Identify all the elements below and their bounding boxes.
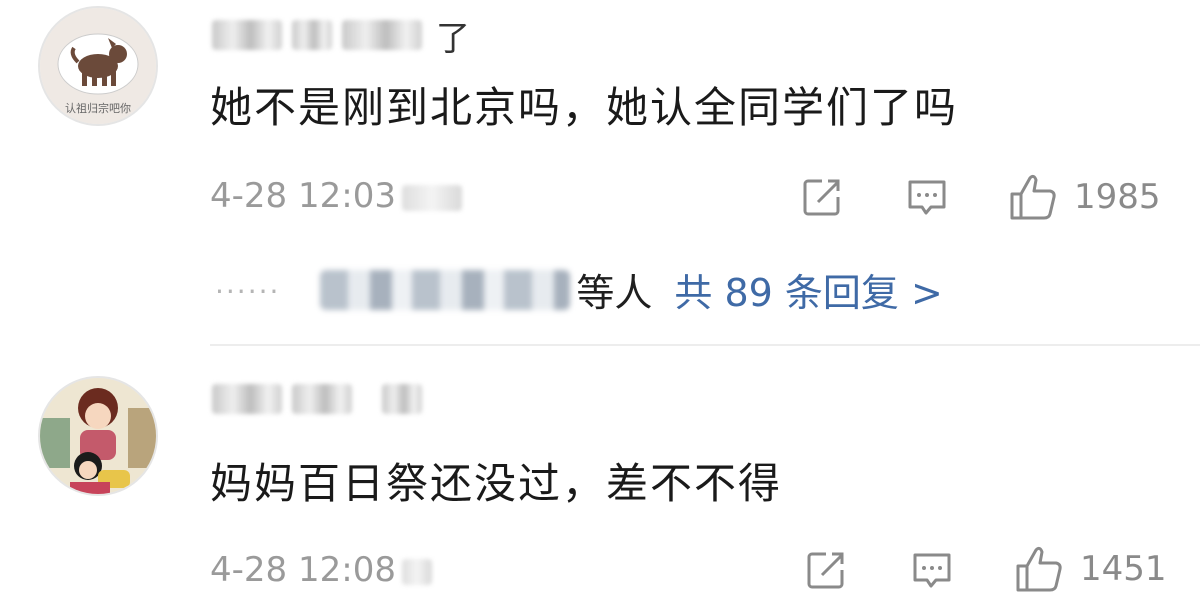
share-button[interactable] [804,548,848,592]
avatar[interactable] [38,376,158,496]
avatar[interactable]: 认祖归宗吧你 [38,6,158,126]
dots-divider: ...... [215,267,281,300]
like-count: 1451 [1080,549,1167,589]
comment-time: 4-28 12:03 [210,176,396,216]
comment-time-wrap: 4-28 12:08 [210,550,432,590]
maruko-cartoon-icon [40,378,156,494]
thumbs-up-icon [1016,546,1062,592]
comment-text: 妈妈百日祭还没过，差不不得 [210,459,783,508]
comment-item: 妈妈百日祭还没过，差不不得 4-28 12:08 1451 [0,360,1200,613]
username-blurred [342,20,422,50]
like-button[interactable]: 1451 [1014,544,1167,594]
share-button[interactable] [800,175,844,219]
comment-time: 4-28 12:08 [210,550,396,590]
time-blurred [401,184,462,211]
reply-names-suffix: 等人 [576,271,653,315]
username-blurred [292,384,352,414]
like-button[interactable]: 1985 [1008,172,1161,222]
username-blurred [212,20,282,50]
share-icon [803,179,840,216]
comment-item: 认祖归宗吧你 了 她不是刚到北京吗，她认全同学们了吗 4-28 12:03 19… [0,0,1200,340]
comment-icon [908,180,946,215]
thumbs-up-icon [1010,174,1056,220]
like-count: 1985 [1074,177,1161,217]
comment-time-wrap: 4-28 12:03 [210,176,462,216]
reply-count: 共 89 条回复 > [674,271,943,315]
comment-button[interactable] [905,177,949,219]
username-text: 了 [436,18,470,59]
username-blurred [212,384,282,414]
username-blurred [382,384,422,414]
comment-button[interactable] [910,550,954,592]
share-icon [807,552,844,589]
replies-link[interactable]: ...... 等人 共 89 条回复 > [215,262,943,317]
username-blurred [292,20,332,50]
username[interactable]: 了 [212,14,470,59]
reply-names-blurred [320,269,571,310]
avatar-caption: 认祖归宗吧你 [65,102,131,115]
username[interactable] [212,378,436,420]
divider [210,344,1200,346]
comment-text: 她不是刚到北京吗，她认全同学们了吗 [210,83,959,132]
comment-icon [913,553,951,588]
time-blurred [401,558,432,585]
